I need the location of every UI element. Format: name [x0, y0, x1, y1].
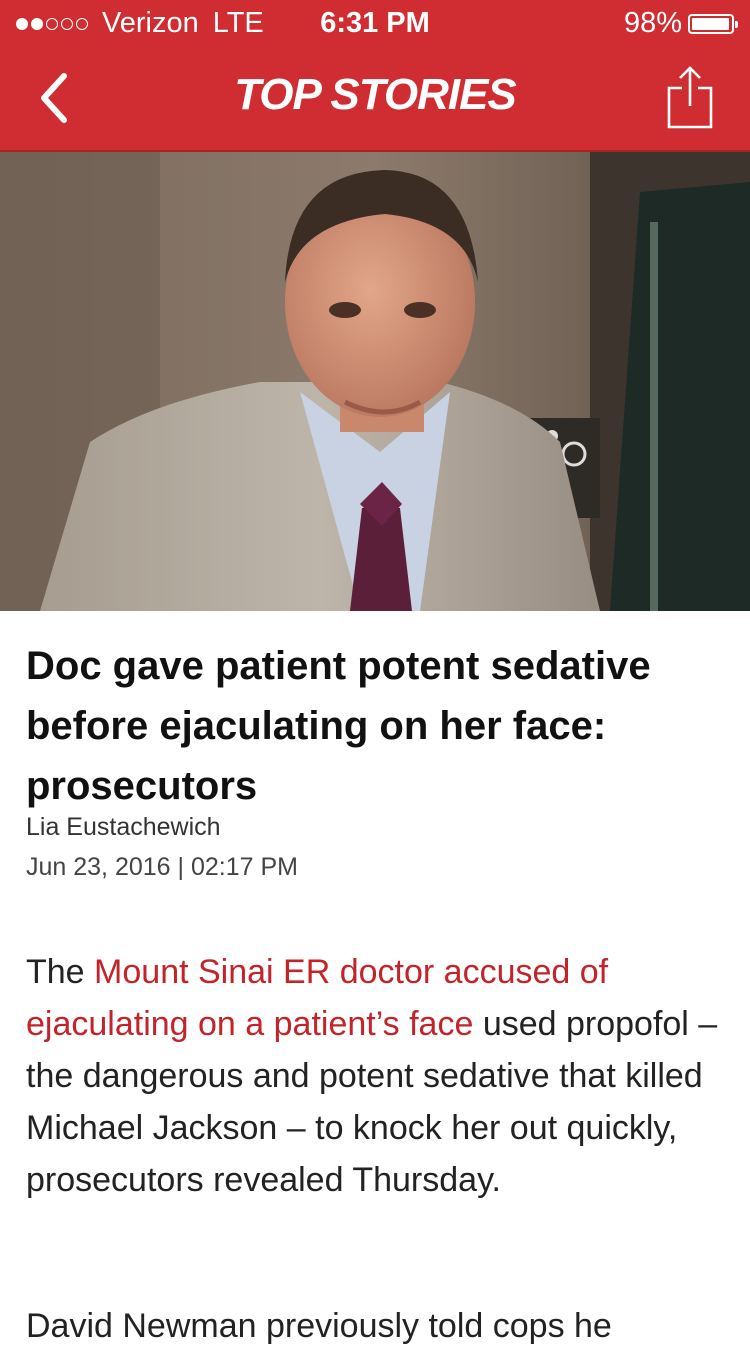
article-paragraph-next: David Newman previously told cops he — [26, 1307, 612, 1345]
article-author[interactable]: Lia Eustachewich — [26, 813, 221, 842]
article-paragraph: The Mount Sinai ER doctor accused of eja… — [26, 946, 726, 1206]
hero-photo[interactable] — [0, 152, 750, 611]
status-bar: Verizon LTE 6:31 PM 98% — [0, 0, 750, 48]
nav-bar: TOP STORIES — [0, 48, 750, 148]
battery-icon — [688, 13, 738, 34]
status-right: 98% — [623, 7, 738, 40]
battery-fill — [692, 17, 730, 30]
battery-percent: 98% — [623, 7, 682, 39]
share-button[interactable] — [666, 64, 714, 130]
app-header: Verizon LTE 6:31 PM 98% TOP STORIES — [0, 0, 750, 152]
article-headline: Doc gave patient potent sedative before … — [26, 644, 651, 808]
article-photo — [0, 152, 750, 611]
share-icon — [667, 66, 713, 129]
paragraph-text-start: The — [26, 953, 95, 991]
page-title: TOP STORIES — [234, 70, 517, 119]
article-date: Jun 23, 2016 | 02:17 PM — [26, 853, 298, 881]
